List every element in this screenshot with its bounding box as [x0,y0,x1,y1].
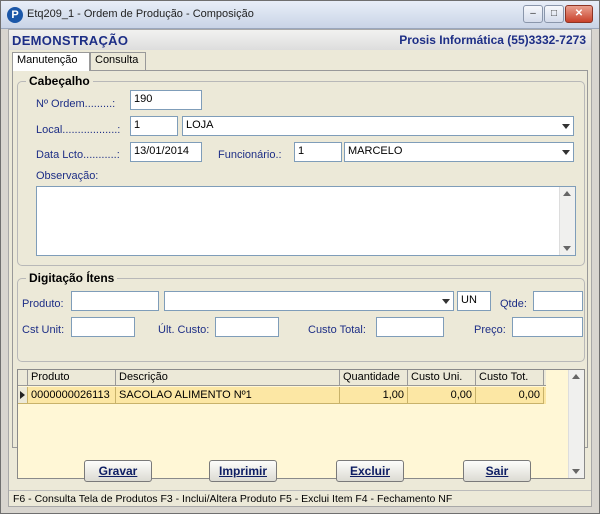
unit-input[interactable]: UN [457,291,491,311]
maximize-button[interactable]: □ [544,5,564,23]
cst-unit-input[interactable] [71,317,135,337]
observacao-scrollbar[interactable] [559,187,575,255]
cst-unit-label: Cst Unit: [22,324,65,336]
grid-col-quantidade[interactable]: Quantidade [340,370,408,386]
close-button[interactable]: ✕ [565,5,593,23]
funcionario-select-value: MARCELO [348,145,403,157]
tab-consulta[interactable]: Consulta [90,52,146,70]
preco-label: Preço: [474,324,506,336]
qtde-input[interactable] [533,291,583,311]
vendor-info: Prosis Informática (55)3332-7273 [399,33,586,47]
local-label: Local..................: [36,124,121,136]
digitacao-group: Digitação Ítens Produto: UN Qtde: Cst Un… [17,271,585,362]
excluir-button[interactable]: Excluir [336,460,404,482]
client-area: DEMONSTRAÇÃO Prosis Informática (55)3332… [8,29,592,507]
digitacao-title: Digitação Ítens [26,271,118,285]
tab-panel-manutencao: Cabeçalho Nº Ordem.........: 190 Local..… [12,70,588,479]
funcionario-code-input[interactable]: 1 [294,142,342,162]
ult-custo-input[interactable] [215,317,279,337]
cell-custo-uni[interactable]: 0,00 [408,387,476,404]
grid-col-produto[interactable]: Produto [28,370,116,386]
custo-total-label: Custo Total: [308,324,366,336]
produto-label: Produto: [22,298,64,310]
company-name: DEMONSTRAÇÃO [12,33,129,48]
cell-custo-tot[interactable]: 0,00 [476,387,544,404]
window-title: Etq209_1 - Ordem de Produção - Composiçã… [27,8,254,20]
imprimir-button[interactable]: Imprimir [209,460,277,482]
ordem-label: Nº Ordem.........: [36,98,116,110]
grid-indicator-header [18,370,28,386]
row-pointer-icon [20,391,25,399]
ordem-input[interactable]: 190 [130,90,202,110]
ult-custo-label: Últ. Custo: [158,324,210,336]
grid-scrollbar[interactable] [568,370,584,478]
chevron-down-icon [442,299,450,304]
cabecalho-title: Cabeçalho [26,74,93,88]
chevron-down-icon [562,150,570,155]
cell-quantidade[interactable]: 1,00 [340,387,408,404]
observacao-label: Observação: [36,170,99,182]
scroll-up-icon[interactable] [563,191,571,196]
scroll-down-icon[interactable] [572,469,580,474]
grid-col-custo-uni[interactable]: Custo Uni. [408,370,476,386]
local-select-value: LOJA [186,119,214,131]
title-bar[interactable]: P Etq209_1 - Ordem de Produção - Composi… [1,1,599,29]
sair-button[interactable]: Sair [463,460,531,482]
qtde-label: Qtde: [500,298,527,310]
chevron-down-icon [562,124,570,129]
funcionario-select[interactable]: MARCELO [344,142,574,162]
cell-descricao[interactable]: SACOLAO ALIMENTO Nº1 [116,387,340,404]
tab-manutencao[interactable]: Manutenção [12,52,90,71]
local-select[interactable]: LOJA [182,116,574,136]
local-code-input[interactable]: 1 [130,116,178,136]
cell-produto[interactable]: 0000000026113 [28,387,116,404]
grid-header: Produto Descrição Quantidade Custo Uni. … [18,370,546,386]
data-label: Data Lcto...........: [36,149,120,161]
grid-col-descricao[interactable]: Descrição [116,370,340,386]
application-window: P Etq209_1 - Ordem de Produção - Composi… [0,0,600,514]
preco-input[interactable] [512,317,583,337]
status-bar: F6 - Consulta Tela de Produtos F3 - Incl… [9,490,591,506]
table-row[interactable]: 0000000026113 SACOLAO ALIMENTO Nº1 1,00 … [18,387,546,404]
produto-select[interactable] [164,291,454,311]
funcionario-label: Funcionário.: [218,149,282,161]
custo-total-input[interactable] [376,317,444,337]
data-input[interactable]: 13/01/2014 [130,142,202,162]
scroll-up-icon[interactable] [572,374,580,379]
minimize-button[interactable]: – [523,5,543,23]
gravar-button[interactable]: Gravar [84,460,152,482]
header-band: DEMONSTRAÇÃO Prosis Informática (55)3332… [9,30,591,50]
grid-col-custo-tot[interactable]: Custo Tot. [476,370,544,386]
cabecalho-group: Cabeçalho Nº Ordem.........: 190 Local..… [17,74,585,266]
row-indicator [18,387,28,404]
scroll-down-icon[interactable] [563,246,571,251]
observacao-textarea[interactable] [36,186,576,256]
app-icon: P [7,7,23,23]
produto-code-input[interactable] [71,291,159,311]
